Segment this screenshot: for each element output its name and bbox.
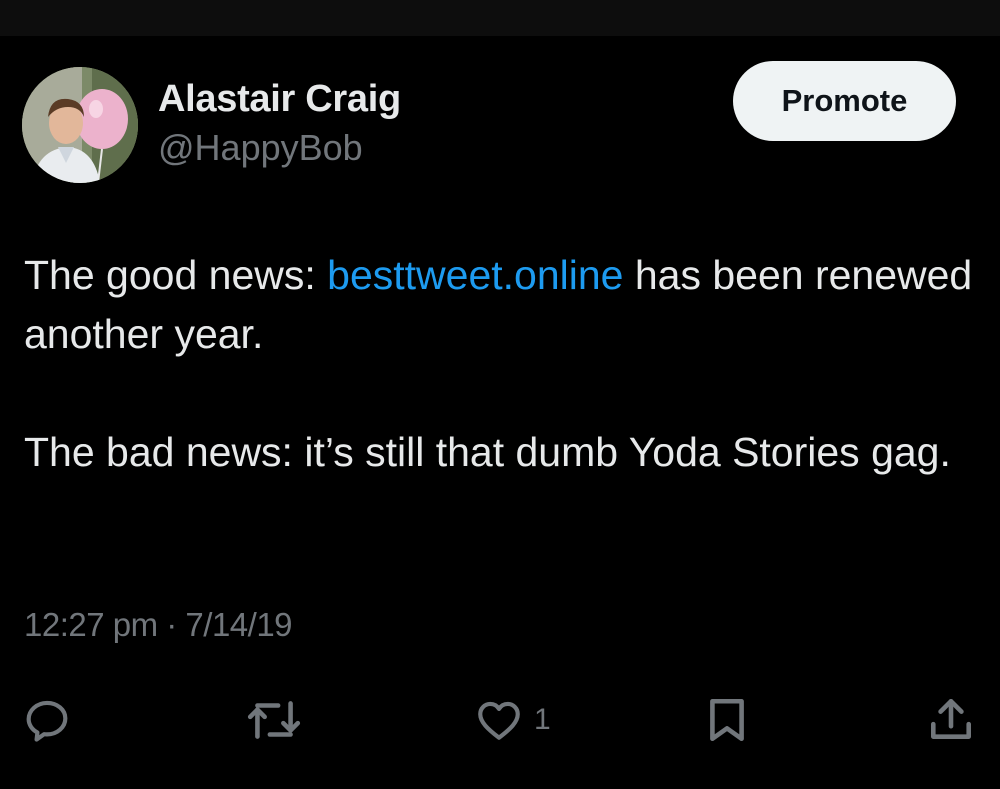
top-bar [0, 0, 1000, 36]
tweet-time: 12:27 pm [24, 606, 158, 643]
avatar-photo-icon [22, 67, 138, 183]
promote-button[interactable]: Promote [733, 61, 956, 141]
tweet-date: 7/14/19 [185, 606, 293, 643]
bookmark-icon [710, 698, 744, 742]
tweet-link[interactable]: besttweet.online [327, 252, 623, 298]
author-display-name[interactable]: Alastair Craig [158, 78, 401, 121]
tweet-paragraph-2: The bad news: it’s still that dumb Yoda … [24, 429, 951, 475]
heart-icon [478, 701, 520, 740]
tweet-paragraph-1: The good news: besttweet.online has been… [24, 246, 974, 364]
tweet-text-part: The good news: [24, 252, 328, 298]
retweet-icon [247, 701, 301, 739]
avatar[interactable] [22, 67, 138, 183]
reply-icon [26, 700, 68, 742]
retweet-button[interactable] [245, 690, 303, 750]
bookmark-button[interactable] [702, 690, 752, 750]
timestamp-separator: · [157, 606, 186, 643]
reply-button[interactable] [22, 690, 72, 750]
like-count: 1 [534, 703, 551, 736]
author-handle[interactable]: @HappyBob [158, 127, 363, 169]
like-button[interactable]: 1 [474, 690, 551, 750]
tweet-text: The good news: besttweet.online has been… [24, 246, 974, 482]
share-icon [931, 698, 971, 739]
tweet-timestamp[interactable]: 12:27 pm · 7/14/19 [24, 606, 293, 644]
share-button[interactable] [926, 690, 976, 750]
